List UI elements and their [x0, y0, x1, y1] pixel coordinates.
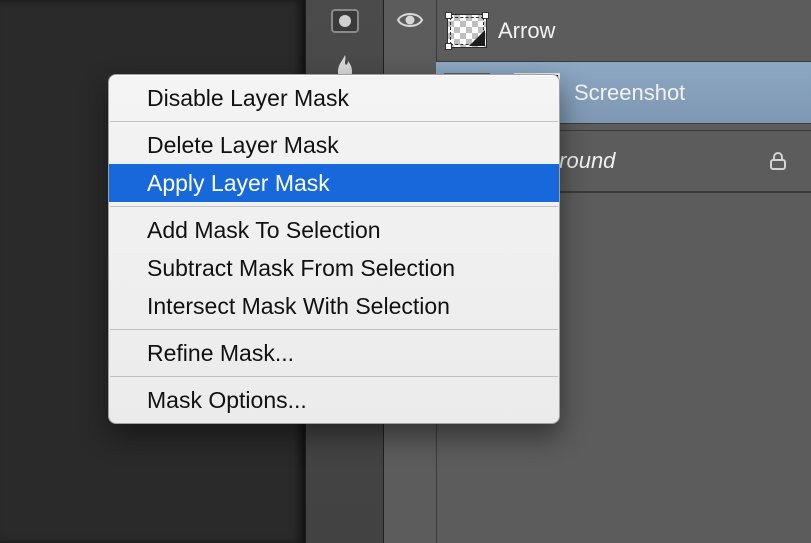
layer-row-arrow[interactable]: Arrow	[436, 0, 811, 62]
menu-separator	[110, 121, 558, 122]
app-viewport: Arrow Screenshot	[0, 0, 811, 543]
menu-item-apply-layer-mask[interactable]: Apply Layer Mask	[109, 164, 559, 202]
menu-item-intersect-mask-with-selection[interactable]: Intersect Mask With Selection	[109, 287, 559, 325]
menu-separator	[110, 206, 558, 207]
menu-separator	[110, 376, 558, 377]
menu-item-add-mask-to-selection[interactable]: Add Mask To Selection	[109, 211, 559, 249]
mask-tool-icon[interactable]	[328, 4, 362, 38]
menu-item-mask-options[interactable]: Mask Options...	[109, 381, 559, 419]
layer-thumbnail	[444, 11, 490, 51]
layer-name-label[interactable]: Screenshot	[574, 80, 685, 106]
layer-name-label[interactable]: Arrow	[498, 18, 555, 44]
menu-item-subtract-mask-from-selection[interactable]: Subtract Mask From Selection	[109, 249, 559, 287]
menu-item-refine-mask[interactable]: Refine Mask...	[109, 334, 559, 372]
lock-icon[interactable]	[767, 150, 789, 172]
menu-item-delete-layer-mask[interactable]: Delete Layer Mask	[109, 126, 559, 164]
menu-item-disable-layer-mask[interactable]: Disable Layer Mask	[109, 79, 559, 117]
menu-separator	[110, 329, 558, 330]
eye-icon[interactable]	[396, 6, 424, 34]
layer-mask-context-menu: Disable Layer Mask Delete Layer Mask App…	[108, 74, 560, 424]
